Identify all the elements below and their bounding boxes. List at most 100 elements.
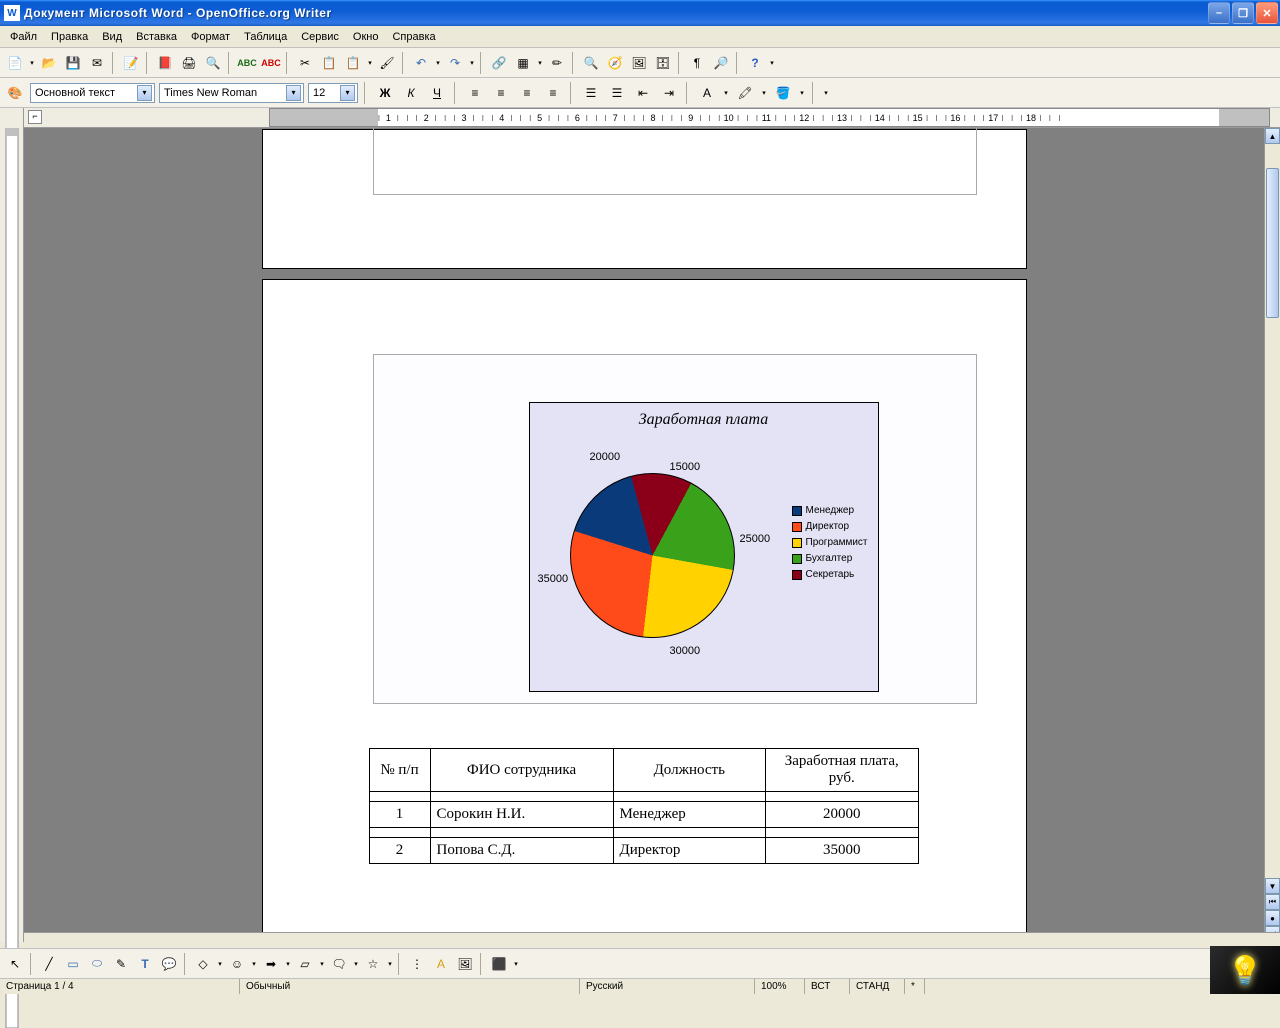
undo-icon[interactable]: ↶ <box>410 52 432 74</box>
menu-tools[interactable]: Сервис <box>295 29 345 45</box>
text-icon[interactable]: T <box>134 953 156 975</box>
help-icon[interactable]: ? <box>744 52 766 74</box>
italic-button[interactable]: К <box>400 82 422 104</box>
dropdown-icon[interactable]: ▾ <box>768 59 776 67</box>
salary-table[interactable]: № п/п ФИО сотрудника Должность Заработна… <box>369 748 919 864</box>
document-scroll-area[interactable]: Заработная плата 20000 35000 30000 25000… <box>24 128 1264 942</box>
dropdown-icon[interactable]: ▾ <box>366 59 374 67</box>
increase-indent-icon[interactable]: ⇥ <box>658 82 680 104</box>
align-center-icon[interactable]: ≡ <box>490 82 512 104</box>
dropdown-icon[interactable]: ▾ <box>386 960 394 968</box>
show-draw-icon[interactable]: ✏ <box>546 52 568 74</box>
maximize-button[interactable]: ❐ <box>1232 2 1254 24</box>
dropdown-icon[interactable]: ▾ <box>760 89 768 97</box>
print-icon[interactable]: 🖨 <box>178 52 200 74</box>
styles-icon[interactable]: 🎨 <box>4 82 26 104</box>
close-button[interactable]: ✕ <box>1256 2 1278 24</box>
dropdown-icon[interactable]: ▾ <box>822 89 830 97</box>
numbered-list-icon[interactable]: ☰ <box>580 82 602 104</box>
autospell-icon[interactable]: ABC <box>260 52 282 74</box>
status-zoom[interactable]: 100% <box>755 979 805 994</box>
ellipse-icon[interactable]: ⬭ <box>86 953 108 975</box>
spellcheck-icon[interactable]: ABC <box>236 52 258 74</box>
datasources-icon[interactable]: 🗄 <box>652 52 674 74</box>
dropdown-icon[interactable]: ▾ <box>352 960 360 968</box>
scroll-down-icon[interactable]: ▼ <box>1265 878 1280 894</box>
select-icon[interactable]: ↖ <box>4 953 26 975</box>
fontwork-icon[interactable]: A <box>430 953 452 975</box>
from-file-icon[interactable]: 🖼 <box>454 953 476 975</box>
font-name-combo[interactable]: Times New Roman▾ <box>159 83 304 103</box>
chevron-down-icon[interactable]: ▾ <box>137 85 152 101</box>
horizontal-ruler[interactable]: ⌐ 21123456789101112131415161718 <box>24 108 1280 128</box>
vertical-ruler[interactable] <box>0 108 24 942</box>
nonprinting-icon[interactable]: ¶ <box>686 52 708 74</box>
menu-table[interactable]: Таблица <box>238 29 293 45</box>
print-preview-icon[interactable]: 🔍 <box>202 52 224 74</box>
font-color-icon[interactable]: A <box>696 82 718 104</box>
bullet-list-icon[interactable]: ☰ <box>606 82 628 104</box>
dropdown-icon[interactable]: ▾ <box>284 960 292 968</box>
menu-view[interactable]: Вид <box>96 29 128 45</box>
menu-insert[interactable]: Вставка <box>130 29 183 45</box>
rect-icon[interactable]: ▭ <box>62 953 84 975</box>
table-icon[interactable]: ▦ <box>512 52 534 74</box>
freeform-icon[interactable]: ✎ <box>110 953 132 975</box>
menu-file[interactable]: Файл <box>4 29 43 45</box>
align-justify-icon[interactable]: ≡ <box>542 82 564 104</box>
paste-icon[interactable]: 📋 <box>342 52 364 74</box>
prev-page-icon[interactable]: ⏮ <box>1265 894 1280 910</box>
dropdown-icon[interactable]: ▾ <box>250 960 258 968</box>
paragraph-style-combo[interactable]: Основной текст▾ <box>30 83 155 103</box>
mail-icon[interactable]: ✉ <box>86 52 108 74</box>
redo-icon[interactable]: ↷ <box>444 52 466 74</box>
chart-object[interactable]: Заработная плата 20000 35000 30000 25000… <box>373 354 977 704</box>
callouts-icon[interactable]: 🗨 <box>328 953 350 975</box>
chevron-down-icon[interactable]: ▾ <box>340 85 355 101</box>
dropdown-icon[interactable]: ▾ <box>216 960 224 968</box>
hyperlink-icon[interactable]: 🔗 <box>488 52 510 74</box>
format-paintbrush-icon[interactable]: 🖌 <box>376 52 398 74</box>
dropdown-icon[interactable]: ▾ <box>798 89 806 97</box>
stars-icon[interactable]: ☆ <box>362 953 384 975</box>
status-modified[interactable]: * <box>905 979 925 994</box>
underline-button[interactable]: Ч <box>426 82 448 104</box>
menu-format[interactable]: Формат <box>185 29 236 45</box>
dropdown-icon[interactable]: ▾ <box>468 59 476 67</box>
bold-button[interactable]: Ж <box>374 82 396 104</box>
status-lang[interactable]: Русский <box>580 979 755 994</box>
status-selection[interactable]: СТАНД <box>850 979 905 994</box>
empty-frame[interactable] <box>373 128 977 195</box>
flowchart-icon[interactable]: ▱ <box>294 953 316 975</box>
vertical-scrollbar[interactable]: ▲ ▼ ⏮ ● ⏭ <box>1264 128 1280 942</box>
dropdown-icon[interactable]: ▾ <box>536 59 544 67</box>
scroll-up-icon[interactable]: ▲ <box>1265 128 1280 144</box>
menu-window[interactable]: Окно <box>347 29 385 45</box>
dropdown-icon[interactable]: ▾ <box>318 960 326 968</box>
menu-edit[interactable]: Правка <box>45 29 94 45</box>
zoom-icon[interactable]: 🔎 <box>710 52 732 74</box>
line-icon[interactable]: ╱ <box>38 953 60 975</box>
dropdown-icon[interactable]: ▾ <box>722 89 730 97</box>
copy-icon[interactable]: 📋 <box>318 52 340 74</box>
status-insert[interactable]: ВСТ <box>805 979 850 994</box>
nav-icon[interactable]: ● <box>1265 910 1280 926</box>
align-left-icon[interactable]: ≡ <box>464 82 486 104</box>
symbol-shapes-icon[interactable]: ☺ <box>226 953 248 975</box>
points-icon[interactable]: ⋮ <box>406 953 428 975</box>
open-icon[interactable]: 📂 <box>38 52 60 74</box>
save-icon[interactable]: 💾 <box>62 52 84 74</box>
callout-icon[interactable]: 💬 <box>158 953 180 975</box>
export-pdf-icon[interactable]: 📕 <box>154 52 176 74</box>
find-icon[interactable]: 🔍 <box>580 52 602 74</box>
align-right-icon[interactable]: ≡ <box>516 82 538 104</box>
dropdown-icon[interactable]: ▾ <box>28 59 36 67</box>
decrease-indent-icon[interactable]: ⇤ <box>632 82 654 104</box>
extrusion-icon[interactable]: ⬛ <box>488 953 510 975</box>
highlight-icon[interactable]: 🖍 <box>734 82 756 104</box>
tip-bulb-icon[interactable]: 💡 <box>1210 946 1280 994</box>
gallery-icon[interactable]: 🖼 <box>628 52 650 74</box>
basic-shapes-icon[interactable]: ◇ <box>192 953 214 975</box>
scroll-thumb[interactable] <box>1266 168 1279 318</box>
horizontal-scrollbar[interactable] <box>24 932 1280 948</box>
